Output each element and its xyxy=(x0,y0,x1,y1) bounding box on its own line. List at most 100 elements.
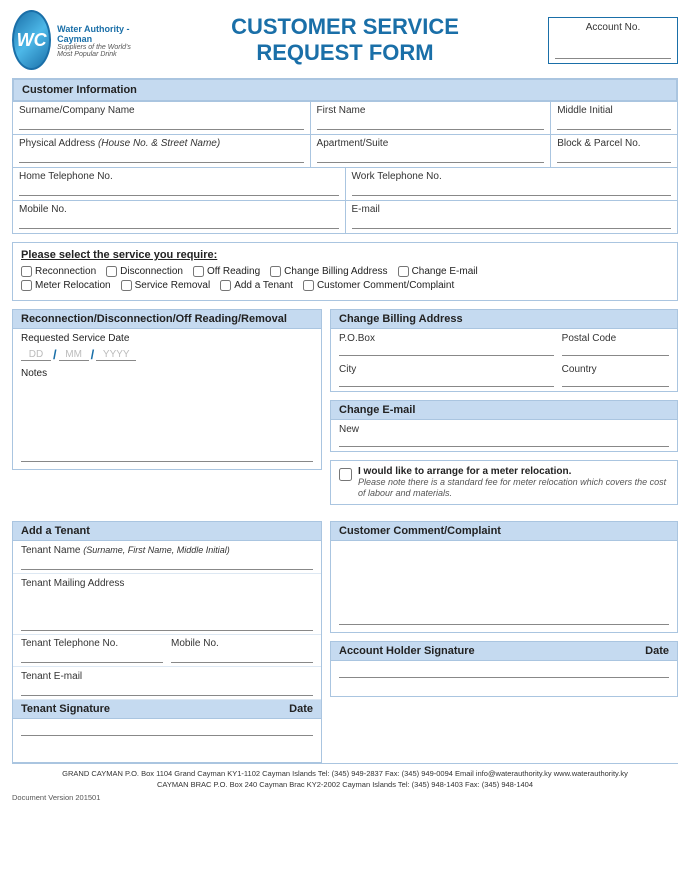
meter-relocation-checkbox[interactable] xyxy=(21,280,32,291)
address-row: Physical Address (House No. & Street Nam… xyxy=(13,134,677,167)
tenant-name-input[interactable] xyxy=(21,558,313,570)
reconnection-checkbox[interactable] xyxy=(21,266,32,277)
physical-address-cell: Physical Address (House No. & Street Nam… xyxy=(13,135,311,167)
postal-code-input[interactable] xyxy=(562,344,669,356)
pobox-label: P.O.Box xyxy=(339,333,554,344)
account-holder-date-label: Date xyxy=(645,645,669,657)
form-title: CUSTOMER SERVICE REQUEST FORM xyxy=(142,14,548,67)
surname-cell: Surname/Company Name xyxy=(13,102,311,134)
apartment-input[interactable] xyxy=(317,151,545,163)
off-reading-checkbox[interactable] xyxy=(193,266,204,277)
doc-version: Document Version 201501 xyxy=(12,793,678,802)
city-input[interactable] xyxy=(339,375,554,387)
billing-header: Change Billing Address xyxy=(331,310,677,329)
disconnection-option[interactable]: Disconnection xyxy=(106,266,183,277)
reconnection-body: Requested Service Date DD / MM / YYYY No… xyxy=(13,329,321,469)
work-tel-input[interactable] xyxy=(352,184,672,196)
pobox-group: P.O.Box xyxy=(339,333,554,356)
tenant-signature-body xyxy=(13,719,321,754)
account-number-input[interactable] xyxy=(555,47,671,59)
tenant-tel-input[interactable] xyxy=(21,651,163,663)
home-tel-cell: Home Telephone No. xyxy=(13,168,346,200)
add-tenant-checkbox[interactable] xyxy=(220,280,231,291)
service-options-row1: Reconnection Disconnection Off Reading C… xyxy=(21,266,669,277)
change-billing-checkbox[interactable] xyxy=(270,266,281,277)
block-parcel-input[interactable] xyxy=(557,151,671,163)
tenant-email-label: Tenant E-mail xyxy=(21,671,82,682)
add-tenant-section: Add a Tenant Tenant Name (Surname, First… xyxy=(12,521,322,763)
change-email-checkbox[interactable] xyxy=(398,266,409,277)
footer-line1: GRAND CAYMAN P.O. Box 1104 Grand Cayman … xyxy=(12,768,678,779)
add-tenant-header: Add a Tenant xyxy=(13,522,321,541)
pobox-input[interactable] xyxy=(339,344,554,356)
tenant-mobile-group: Mobile No. xyxy=(171,638,313,663)
country-label: Country xyxy=(562,364,669,375)
customer-comment-option[interactable]: Customer Comment/Complaint xyxy=(303,280,454,291)
billing-body: P.O.Box Postal Code City xyxy=(331,329,677,391)
notes-label: Notes xyxy=(21,368,313,379)
tenant-mobile-input[interactable] xyxy=(171,651,313,663)
meter-relocation-arrange-checkbox[interactable] xyxy=(339,468,352,481)
name-row: Surname/Company Name First Name Middle I… xyxy=(13,101,677,134)
country-input[interactable] xyxy=(562,375,669,387)
tenant-email-input[interactable] xyxy=(21,684,313,696)
surname-input[interactable] xyxy=(19,118,304,130)
first-name-input[interactable] xyxy=(317,118,545,130)
notes-textarea[interactable] xyxy=(21,382,313,462)
tenant-signature-input[interactable] xyxy=(21,724,313,736)
account-holder-sig-label: Account Holder Signature xyxy=(339,645,475,657)
tenant-phone-row: Tenant Telephone No. Mobile No. xyxy=(21,638,313,663)
disconnection-checkbox[interactable] xyxy=(106,266,117,277)
customer-comment-checkbox[interactable] xyxy=(303,280,314,291)
meter-relocation-main-text: I would like to arrange for a meter relo… xyxy=(358,466,571,477)
service-removal-option[interactable]: Service Removal xyxy=(121,280,211,291)
service-prompt: Please select the service you require: xyxy=(21,249,669,261)
middle-columns: Reconnection/Disconnection/Off Reading/R… xyxy=(12,309,678,513)
new-email-input[interactable] xyxy=(339,435,669,447)
email-input[interactable] xyxy=(352,217,672,229)
account-number-box: Account No. xyxy=(548,17,678,64)
logo-area: WC Water Authority - Cayman Suppliers of… xyxy=(12,10,142,70)
tenant-email-field: Tenant E-mail xyxy=(13,667,321,700)
account-holder-sig-input[interactable] xyxy=(339,666,669,678)
physical-address-input[interactable] xyxy=(19,151,304,163)
notes-row: Notes xyxy=(21,368,313,465)
home-tel-input[interactable] xyxy=(19,184,339,196)
service-options-row2: Meter Relocation Service Removal Add a T… xyxy=(21,280,669,291)
off-reading-option[interactable]: Off Reading xyxy=(193,266,260,277)
mobile-input[interactable] xyxy=(19,217,339,229)
change-email-option[interactable]: Change E-mail xyxy=(398,266,478,277)
postal-code-label: Postal Code xyxy=(562,333,669,344)
footer-line2: CAYMAN BRAC P.O. Box 240 Cayman Brac KY2… xyxy=(12,779,678,790)
tenant-mailing-label: Tenant Mailing Address xyxy=(21,578,124,589)
customer-info-section: Customer Information Surname/Company Nam… xyxy=(12,78,678,234)
middle-initial-cell: Middle Initial xyxy=(551,102,677,134)
service-date-row: Requested Service Date DD / MM / YYYY xyxy=(21,333,313,362)
telephone-row: Home Telephone No. Work Telephone No. xyxy=(13,167,677,200)
first-name-label: First Name xyxy=(317,105,545,116)
reconnection-option[interactable]: Reconnection xyxy=(21,266,96,277)
date-mm[interactable]: MM xyxy=(59,349,89,361)
account-holder-subsection: Account Holder Signature Date xyxy=(330,641,678,697)
change-email-header: Change E-mail xyxy=(331,401,677,420)
new-email-label: New xyxy=(339,424,669,435)
middle-initial-input[interactable] xyxy=(557,118,671,130)
account-holder-sig-body xyxy=(331,661,677,696)
apartment-label: Apartment/Suite xyxy=(317,138,545,149)
customer-comment-textarea[interactable] xyxy=(339,545,669,625)
tenant-tel-group: Tenant Telephone No. xyxy=(21,638,163,663)
company-tagline: Suppliers of the World's Most Popular Dr… xyxy=(57,44,142,58)
meter-relocation-option[interactable]: Meter Relocation xyxy=(21,280,111,291)
tenant-mailing-field: Tenant Mailing Address xyxy=(13,574,321,635)
tenant-mailing-input[interactable] xyxy=(21,591,313,631)
service-removal-checkbox[interactable] xyxy=(121,280,132,291)
city-label: City xyxy=(339,364,554,375)
date-yyyy[interactable]: YYYY xyxy=(96,349,136,361)
change-billing-option[interactable]: Change Billing Address xyxy=(270,266,387,277)
add-tenant-option[interactable]: Add a Tenant xyxy=(220,280,293,291)
reconnection-section: Reconnection/Disconnection/Off Reading/R… xyxy=(12,309,322,513)
new-email-group: New xyxy=(339,424,669,447)
date-field: DD / MM / YYYY xyxy=(21,347,313,362)
date-dd[interactable]: DD xyxy=(21,349,51,361)
logo-icon: WC xyxy=(12,10,51,70)
